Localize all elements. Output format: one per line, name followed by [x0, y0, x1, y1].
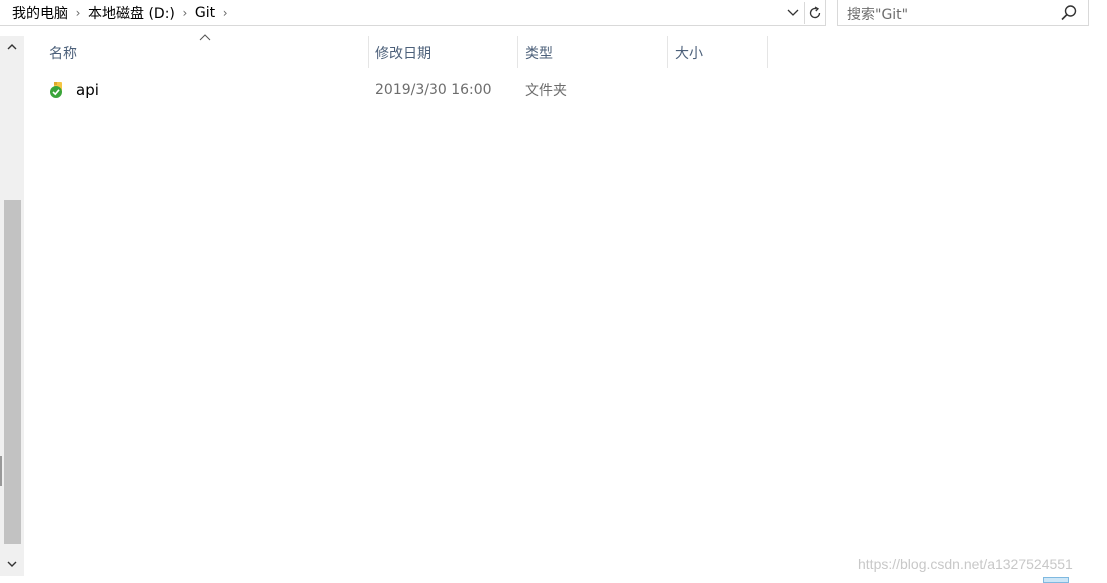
breadcrumb-drive-d[interactable]: 本地磁盘 (D:) — [86, 3, 177, 23]
file-type: 文件夹 — [525, 83, 567, 99]
watermark-text: https://blog.csdn.net/a1327524551 — [858, 556, 1073, 572]
breadcrumb-this-pc[interactable]: 我的电脑 — [10, 3, 70, 23]
column-header-type[interactable]: 类型 — [525, 38, 553, 68]
navigation-pane-scrollbar[interactable] — [0, 36, 24, 576]
column-divider[interactable] — [368, 36, 369, 68]
breadcrumb-chevron-icon[interactable]: › — [217, 6, 233, 20]
column-divider[interactable] — [767, 36, 768, 68]
column-header-modified[interactable]: 修改日期 — [375, 38, 431, 68]
pane-splitter[interactable] — [0, 456, 2, 486]
column-divider[interactable] — [517, 36, 518, 68]
column-header-name[interactable]: 名称 — [49, 38, 77, 68]
refresh-button[interactable] — [804, 2, 825, 24]
breadcrumb: 我的电脑 › 本地磁盘 (D:) › Git › — [10, 3, 233, 23]
address-history-dropdown[interactable] — [783, 2, 803, 24]
scroll-down-button[interactable] — [4, 556, 20, 572]
scroll-up-button[interactable] — [4, 38, 20, 54]
file-name[interactable]: api — [76, 78, 99, 102]
scrollbar-thumb[interactable] — [4, 200, 21, 544]
sort-ascending-icon — [199, 34, 211, 41]
breadcrumb-chevron-icon[interactable]: › — [177, 6, 193, 20]
search-icon[interactable] — [1060, 4, 1078, 22]
column-divider[interactable] — [667, 36, 668, 68]
search-box[interactable]: 搜索"Git" — [837, 0, 1089, 26]
chevron-down-icon — [787, 9, 799, 16]
column-header-size[interactable]: 大小 — [675, 38, 703, 68]
file-row[interactable]: api 2019/3/30 16:00 文件夹 — [44, 78, 567, 102]
breadcrumb-chevron-icon[interactable]: › — [70, 6, 86, 20]
view-toggle-button[interactable] — [1043, 577, 1069, 583]
search-input[interactable]: 搜索"Git" — [847, 4, 908, 24]
file-modified: 2019/3/30 16:00 — [375, 82, 492, 98]
chevron-up-icon — [7, 43, 17, 49]
address-bar[interactable]: 我的电脑 › 本地磁盘 (D:) › Git › — [0, 0, 826, 26]
refresh-icon — [809, 6, 821, 19]
breadcrumb-git[interactable]: Git — [193, 5, 217, 21]
folder-synced-icon — [50, 82, 62, 98]
chevron-down-icon — [7, 561, 17, 567]
